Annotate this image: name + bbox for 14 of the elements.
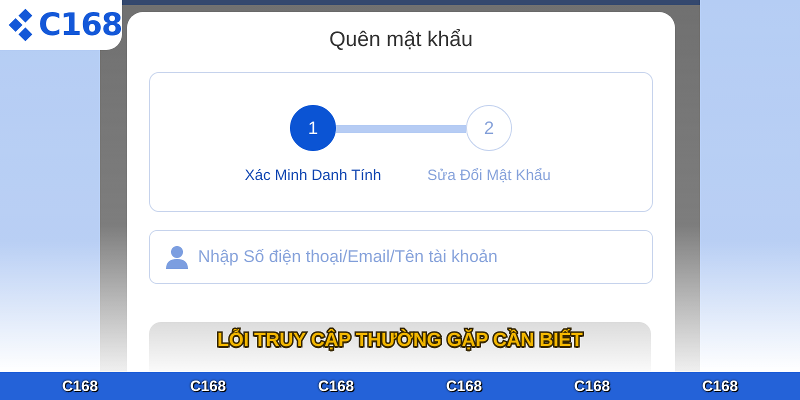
caption-banner-text: LỖI TRUY CẬP THƯỜNG GẶP CẦN BIẾT xyxy=(216,330,584,353)
logo-text: C168 xyxy=(38,7,122,43)
dialog-title: Quên mật khẩu xyxy=(328,28,474,52)
watermark-band-text: C168 xyxy=(446,378,482,394)
watermark-band-text: C168 xyxy=(574,378,610,394)
step-number: 2 xyxy=(466,105,512,151)
watermark-band-text: C168 xyxy=(62,378,98,394)
step-label: Xác Minh Danh Tính xyxy=(244,167,382,184)
watermark-band-text: C168 xyxy=(318,378,354,394)
step-label: Sửa Đổi Mật Khẩu xyxy=(427,167,551,184)
watermark-band-text: C168 xyxy=(702,378,738,394)
step-number: 1 xyxy=(290,105,336,151)
account-input-field[interactable]: Nhập Số điện thoại/Email/Tên tài khoản xyxy=(149,230,653,284)
watermark-band-text: C168 xyxy=(190,378,226,394)
